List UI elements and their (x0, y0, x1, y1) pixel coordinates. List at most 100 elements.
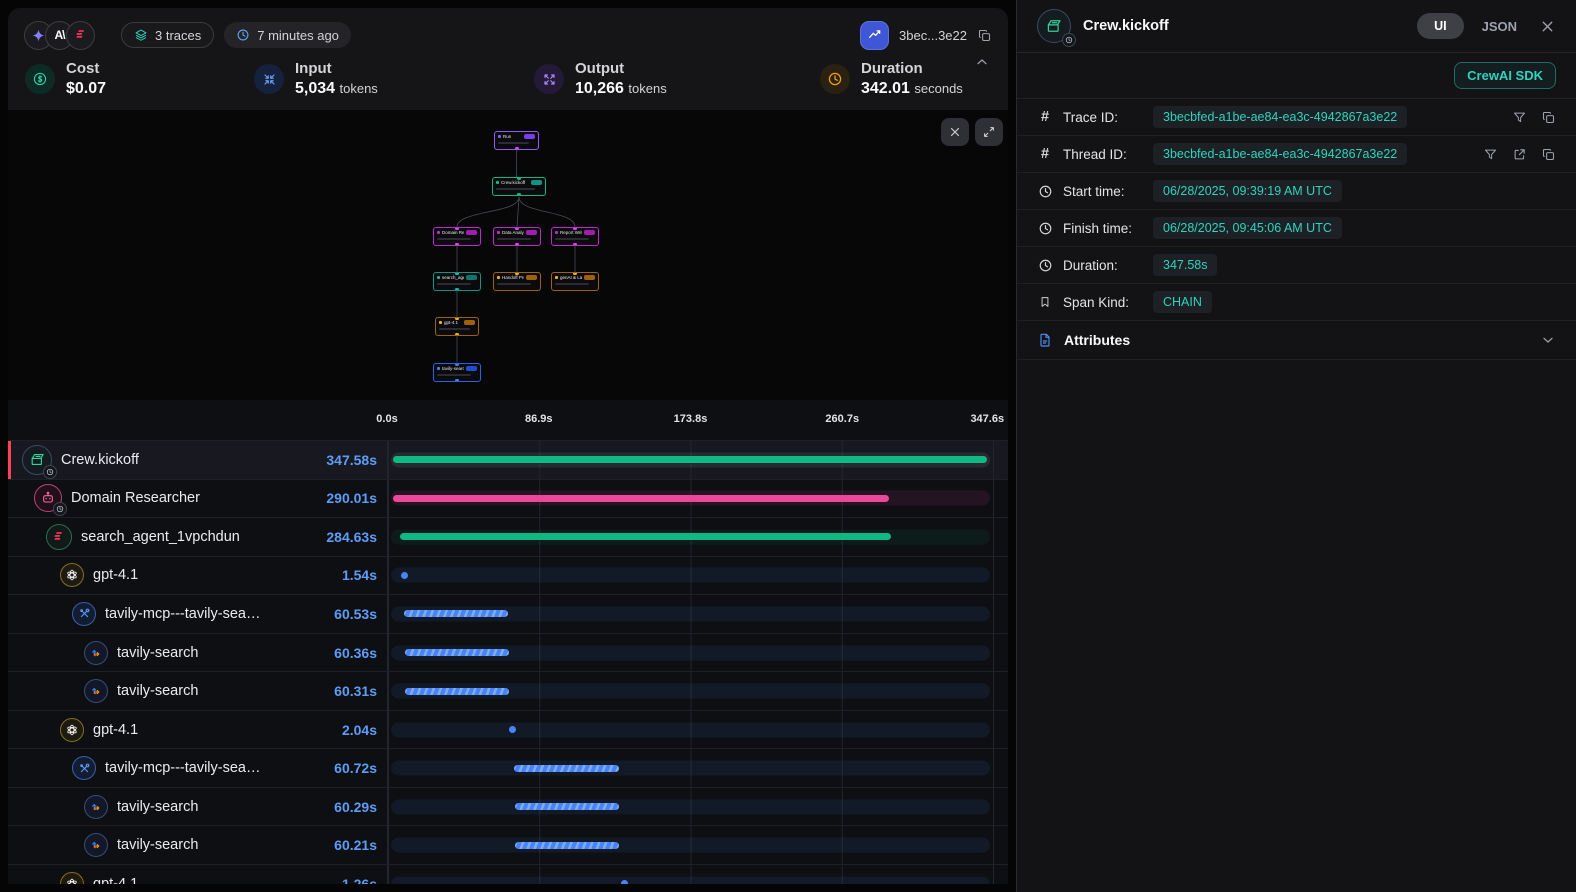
graph-node-crew-kickoff[interactable]: Crew.kickoff (492, 177, 546, 196)
hash-icon: # (1037, 109, 1053, 125)
filter-button[interactable] (1512, 110, 1527, 125)
gantt-bar (400, 533, 891, 540)
span-row-tavily-mcp[interactable]: tavily-mcp---tavily-sea… 60.72s (8, 748, 1008, 787)
start-time-label: Start time: (1063, 184, 1147, 199)
chevron-down-icon[interactable] (1540, 332, 1556, 348)
gantt-bar (405, 688, 509, 695)
graph-node-run[interactable]: Run (494, 131, 539, 150)
graph-node-report-writer[interactable]: Report Writer (551, 227, 599, 246)
duration-label: Duration (861, 60, 963, 77)
attributes-label: Attributes (1064, 332, 1130, 348)
trace-short-id: 3bec...3e22 (899, 28, 967, 43)
openai-icon (60, 718, 84, 742)
detail-header: Crew.kickoff UI JSON (1017, 0, 1576, 53)
span-row-tavily-mcp[interactable]: tavily-mcp---tavily-sea… 60.53s (8, 594, 1008, 633)
gantt-track (391, 645, 990, 660)
traces-badge[interactable]: 3 traces (121, 22, 214, 48)
graph-node-llm-mid[interactable]: Handoff Prompts (493, 272, 541, 291)
clock-icon (1037, 184, 1053, 199)
span-row-gpt-4-1[interactable]: gpt-4.1 1.26s (8, 864, 1008, 884)
span-row-tavily-search[interactable]: tavily-search 60.36s (8, 633, 1008, 672)
tick-label: 0.0s (376, 413, 397, 425)
tavily-icon (84, 679, 108, 703)
funnel-icon (1483, 147, 1498, 162)
attributes-section[interactable]: Attributes (1017, 321, 1576, 360)
span-name: gpt-4.1 (93, 567, 138, 583)
filter-button[interactable] (1483, 147, 1498, 162)
copy-trace-id-button[interactable] (977, 28, 992, 43)
open-thread-button[interactable] (1512, 147, 1527, 162)
arrows-in-icon (254, 64, 284, 94)
gantt-track (391, 799, 990, 814)
start-time-value: 06/28/2025, 09:39:19 AM UTC (1153, 180, 1342, 202)
close-icon (1539, 18, 1556, 35)
file-icon (1037, 332, 1053, 348)
external-link-icon (1512, 147, 1527, 162)
gauge-badge-icon (43, 465, 57, 479)
trace-graph: Run Crew.kickoff Domain Researcher Data … (8, 110, 1008, 400)
span-duration: 60.53s (334, 606, 387, 622)
close-icon (948, 125, 962, 139)
funnel-icon (1512, 110, 1527, 125)
gantt-track (391, 722, 990, 737)
span-row-tavily-search[interactable]: tavily-search 60.21s (8, 825, 1008, 864)
tab-ui[interactable]: UI (1417, 13, 1464, 39)
thread-id-value: 3becbfed-a1be-ae84-ea3c-4942867a3e22 (1153, 143, 1407, 165)
expand-icon (982, 125, 996, 139)
span-name: tavily-mcp---tavily-sea… (105, 606, 261, 622)
gantt-bar (515, 803, 619, 810)
span-row-gpt-4-1[interactable]: gpt-4.1 1.54s (8, 556, 1008, 595)
gantt-track (391, 876, 990, 884)
copy-button[interactable] (1541, 147, 1556, 162)
copy-icon (1541, 147, 1556, 162)
tab-json[interactable]: JSON (1482, 19, 1517, 34)
span-name: tavily-search (117, 799, 198, 815)
gantt-bar (514, 765, 619, 772)
span-row-search-agent[interactable]: search_agent_1vpchdun 284.63s (8, 517, 1008, 556)
output-unit: tokens (628, 81, 666, 96)
span-row-crew-kickoff[interactable]: Crew.kickoff 347.58s (8, 440, 1008, 479)
graph-close-button[interactable] (941, 118, 969, 146)
close-panel-button[interactable] (1539, 18, 1556, 35)
clock-icon (1037, 258, 1053, 273)
span-duration: 347.58s (326, 452, 387, 468)
span-row-gpt-4-1[interactable]: gpt-4.1 2.04s (8, 710, 1008, 749)
graph-expand-button[interactable] (975, 118, 1003, 146)
span-name: Crew.kickoff (61, 452, 139, 468)
trace-waterfall: 0.0s 86.9s 173.8s 260.7s 347.6s Crew.kic… (8, 400, 1008, 884)
graph-node-data-analyst[interactable]: Data Analyst (493, 227, 541, 246)
clock-icon (1037, 221, 1053, 236)
tools-icon (72, 602, 96, 626)
time-ago-badge: 7 minutes ago (224, 22, 351, 48)
span-name: Domain Researcher (71, 490, 200, 506)
gantt-track (391, 838, 990, 853)
gantt-bar (393, 495, 890, 502)
graph-node-gpt-4-1[interactable]: gpt-4.1 (435, 317, 479, 336)
openai-icon (60, 563, 84, 587)
trend-chart-button[interactable] (860, 21, 889, 50)
span-row-tavily-search[interactable]: tavily-search 60.29s (8, 787, 1008, 826)
sdk-row: CrewAI SDK (1017, 53, 1576, 99)
detail-title: Crew.kickoff (1083, 18, 1169, 34)
span-row-domain-researcher[interactable]: Domain Researcher 290.01s (8, 479, 1008, 518)
graph-node-search-agent[interactable]: search_agen... (433, 272, 481, 291)
gantt-track (391, 761, 990, 776)
crewai-icon[interactable] (66, 21, 95, 50)
duration-value: 342.01 (861, 80, 910, 97)
copy-button[interactable] (1541, 110, 1556, 125)
span-name: gpt-4.1 (93, 876, 138, 884)
tick-label: 86.9s (525, 413, 553, 425)
graph-node-llm-right[interactable]: genAI & Language (551, 272, 599, 291)
span-duration: 60.72s (334, 760, 387, 776)
collapse-metrics-button[interactable] (974, 54, 990, 75)
gantt-bar (393, 456, 987, 463)
gantt-track (391, 491, 990, 506)
finish-time-value: 06/28/2025, 09:45:06 AM UTC (1153, 217, 1342, 239)
dollar-icon (25, 64, 55, 94)
graph-node-domain-researcher[interactable]: Domain Researcher (433, 227, 481, 246)
graph-node-tavily-search[interactable]: tavily-searc... (433, 363, 481, 382)
cost-value: $0.07 (66, 80, 106, 98)
span-row-tavily-search[interactable]: tavily-search 60.31s (8, 671, 1008, 710)
sdk-badge: CrewAI SDK (1454, 62, 1556, 89)
gantt-bar (404, 610, 508, 617)
